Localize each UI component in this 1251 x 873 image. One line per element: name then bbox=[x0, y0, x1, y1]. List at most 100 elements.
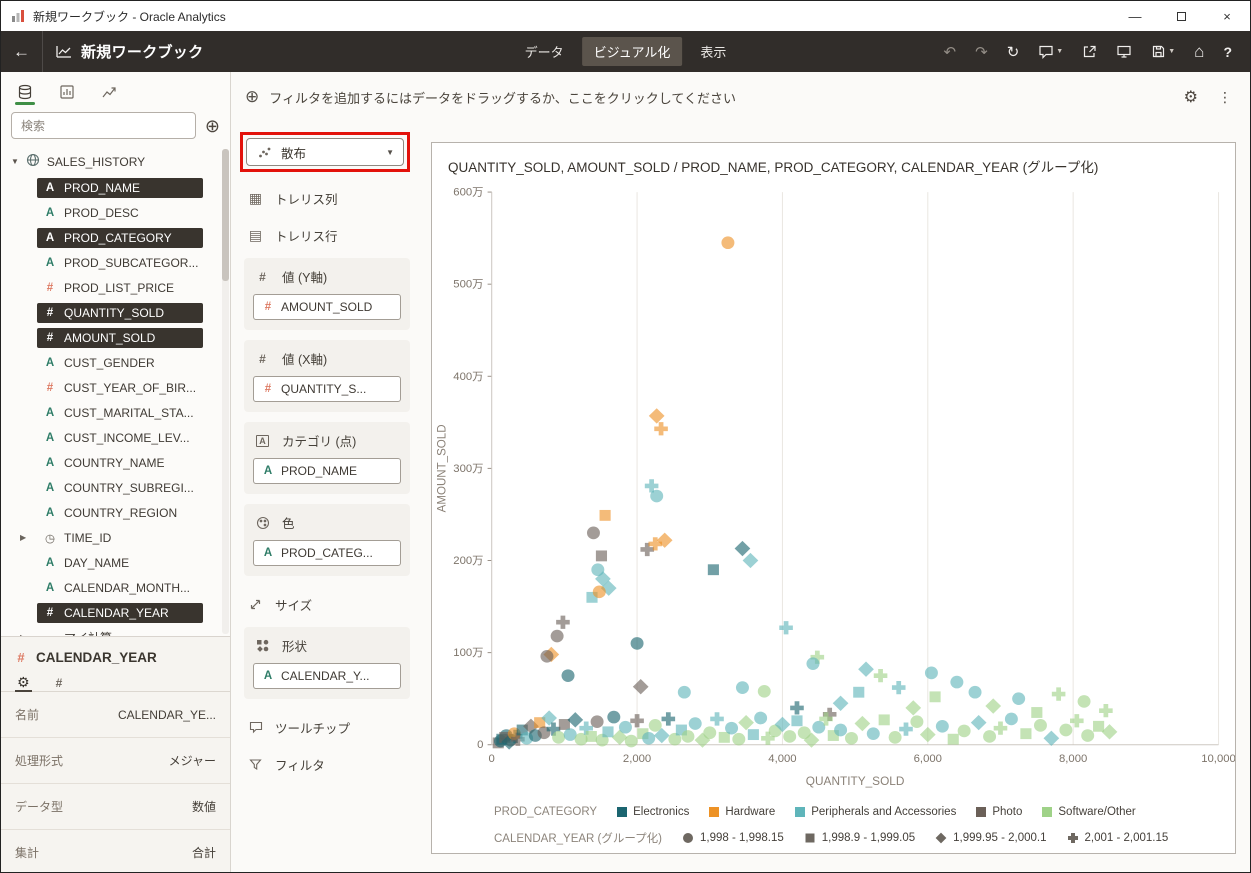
tab-analytics-icon[interactable] bbox=[101, 84, 117, 104]
field-item-COUNTRY_REGION[interactable]: ACOUNTRY_REGION bbox=[1, 500, 230, 525]
field-item-CUST_GENDER[interactable]: ACUST_GENDER bbox=[1, 350, 230, 375]
field-item-PROD_SUBCATEGOR...[interactable]: APROD_SUBCATEGOR... bbox=[1, 250, 230, 275]
property-row[interactable]: 集計合計 bbox=[1, 830, 230, 872]
filter-bar[interactable]: ⊕ フィルタを追加するにはデータをドラッグするか、ここをクリックしてください ⚙… bbox=[231, 72, 1250, 122]
field-label: COUNTRY_REGION bbox=[64, 506, 177, 520]
minimize-button[interactable]: — bbox=[1112, 1, 1158, 31]
field-item-PROD_DESC[interactable]: APROD_DESC bbox=[1, 200, 230, 225]
trellis-columns-zone[interactable]: ▦ トレリス列 bbox=[244, 180, 410, 217]
legend-shape-item[interactable]: 1,998 - 1,998.15 bbox=[682, 832, 784, 844]
refresh-data-icon[interactable]: ↻ bbox=[1007, 43, 1020, 61]
comments-icon[interactable]: ▼ bbox=[1038, 44, 1063, 59]
legend-category-item[interactable]: Software/Other bbox=[1042, 806, 1135, 818]
search-input[interactable] bbox=[11, 112, 196, 139]
field-item-CALENDAR_MONTH...[interactable]: ACALENDAR_MONTH... bbox=[1, 575, 230, 600]
add-filter-icon[interactable]: ⊕ bbox=[245, 87, 259, 107]
circle-icon bbox=[682, 832, 694, 844]
legend-category-item[interactable]: Electronics bbox=[617, 806, 689, 818]
measure-icon: # bbox=[44, 332, 56, 344]
dataset-icon bbox=[26, 153, 40, 170]
pill-amount-sold[interactable]: # AMOUNT_SOLD bbox=[253, 294, 401, 320]
help-icon[interactable]: ? bbox=[1223, 44, 1232, 60]
field-item-CALENDAR_YEAR[interactable]: #CALENDAR_YEAR bbox=[1, 600, 230, 625]
save-icon[interactable]: ▼ bbox=[1151, 44, 1175, 59]
shape-zone[interactable]: 形状 A CALENDAR_Y... bbox=[244, 627, 410, 699]
aggregation-tab-icon[interactable]: # bbox=[56, 674, 63, 691]
pill-quantity-sold[interactable]: # QUANTITY_S... bbox=[253, 376, 401, 402]
field-item-CUST_INCOME_LEV...[interactable]: ACUST_INCOME_LEV... bbox=[1, 425, 230, 450]
field-item-COUNTRY_NAME[interactable]: ACOUNTRY_NAME bbox=[1, 450, 230, 475]
legend-category-item[interactable]: Hardware bbox=[709, 806, 775, 818]
chevron-down-icon: ▼ bbox=[1056, 48, 1063, 55]
property-row[interactable]: 処理形式メジャー bbox=[1, 738, 230, 784]
measure-icon: # bbox=[44, 382, 56, 394]
property-row[interactable]: データ型数値 bbox=[1, 784, 230, 830]
field-item-PROD_LIST_PRICE[interactable]: #PROD_LIST_PRICE bbox=[1, 275, 230, 300]
kebab-menu-icon[interactable]: ⋮ bbox=[1218, 89, 1232, 106]
pill-calendar-year[interactable]: A CALENDAR_Y... bbox=[253, 663, 401, 689]
color-zone[interactable]: 色 A PROD_CATEG... bbox=[244, 504, 410, 576]
number-icon: # bbox=[254, 270, 271, 284]
collapse-icon[interactable]: ▼ bbox=[11, 157, 19, 166]
export-icon[interactable] bbox=[1082, 44, 1097, 59]
data-panel-tabs bbox=[1, 72, 230, 108]
back-button[interactable]: ← bbox=[1, 31, 43, 72]
field-item-COUNTRY_SUBREGI...[interactable]: ACOUNTRY_SUBREGI... bbox=[1, 475, 230, 500]
chart-type-select[interactable]: 散布 ▼ bbox=[246, 138, 404, 166]
legend-category-item[interactable]: Peripherals and Accessories bbox=[795, 806, 956, 818]
tooltip-zone[interactable]: ツールチップ bbox=[244, 709, 410, 746]
attribute-icon: A bbox=[44, 432, 56, 444]
view-tabs: データ ビジュアル化 表示 bbox=[513, 37, 739, 66]
dataset-node[interactable]: ▼ SALES_HISTORY bbox=[1, 149, 230, 175]
add-data-icon[interactable]: ⊕ bbox=[205, 117, 220, 135]
attribute-icon: A bbox=[44, 232, 56, 244]
field-item-AMOUNT_SOLD[interactable]: #AMOUNT_SOLD bbox=[1, 325, 230, 350]
tree-scrollbar[interactable] bbox=[222, 149, 229, 634]
expand-icon[interactable]: ▶ bbox=[20, 633, 26, 636]
filter-zone[interactable]: フィルタ bbox=[244, 746, 410, 783]
svg-text:500万: 500万 bbox=[453, 279, 483, 291]
scatter-plot[interactable]: 02,0004,0006,0008,00010,0000100万200万300万… bbox=[432, 178, 1235, 801]
field-item-PROD_CATEGORY[interactable]: APROD_CATEGORY bbox=[1, 225, 230, 250]
pill-prod-category[interactable]: A PROD_CATEG... bbox=[253, 540, 401, 566]
redo-icon[interactable]: ↷ bbox=[975, 43, 988, 61]
general-properties-tab-gear-icon[interactable]: ⚙ bbox=[17, 674, 30, 691]
field-item-CUST_YEAR_OF_BIR...[interactable]: #CUST_YEAR_OF_BIR... bbox=[1, 375, 230, 400]
home-icon[interactable]: ⌂ bbox=[1194, 42, 1204, 62]
scrollbar-thumb[interactable] bbox=[222, 149, 229, 281]
size-zone[interactable]: サイズ bbox=[244, 586, 410, 623]
visual-settings-icon[interactable]: ⚙ bbox=[1184, 87, 1198, 107]
legend-shape-item[interactable]: 2,001 - 2,001.15 bbox=[1067, 832, 1169, 844]
x-axis-zone[interactable]: # 値 (X軸) # QUANTITY_S... bbox=[244, 340, 410, 412]
field-item-DAY_NAME[interactable]: ADAY_NAME bbox=[1, 550, 230, 575]
legend-shape-item[interactable]: 1,998.9 - 1,999.05 bbox=[804, 832, 915, 844]
field-item-PROD_NAME[interactable]: APROD_NAME bbox=[1, 175, 230, 200]
legend-category-item[interactable]: Photo bbox=[976, 806, 1022, 818]
field-tree: ▼ SALES_HISTORY APROD_NAMEAPROD_DESCAPRO… bbox=[1, 147, 230, 636]
tab-visualize[interactable]: ビジュアル化 bbox=[582, 37, 683, 66]
field-item-CUST_MARITAL_STA...[interactable]: ACUST_MARITAL_STA... bbox=[1, 400, 230, 425]
close-button[interactable]: × bbox=[1204, 1, 1250, 31]
svg-text:400万: 400万 bbox=[453, 371, 483, 383]
expand-icon[interactable]: ▶ bbox=[20, 533, 26, 542]
field-item-TIME_ID[interactable]: ▶◷TIME_ID bbox=[1, 525, 230, 550]
field-label: PROD_SUBCATEGOR... bbox=[64, 256, 198, 270]
number-icon: # bbox=[254, 352, 271, 366]
undo-icon[interactable]: ↶ bbox=[944, 43, 957, 61]
maximize-button[interactable] bbox=[1158, 1, 1204, 31]
properties-field-name: CALENDAR_YEAR bbox=[36, 650, 157, 665]
category-zone[interactable]: A カテゴリ (点) A PROD_NAME bbox=[244, 422, 410, 494]
y-axis-zone[interactable]: # 値 (Y軸) # AMOUNT_SOLD bbox=[244, 258, 410, 330]
legend-shape-item[interactable]: 1,999.95 - 2,000.1 bbox=[935, 832, 1046, 844]
visualization-card[interactable]: QUANTITY_SOLD, AMOUNT_SOLD / PROD_NAME, … bbox=[431, 142, 1236, 854]
pill-prod-name[interactable]: A PROD_NAME bbox=[253, 458, 401, 484]
property-row[interactable]: 名前CALENDAR_YE... bbox=[1, 692, 230, 738]
tab-data[interactable]: データ bbox=[513, 37, 576, 66]
trellis-rows-zone[interactable]: ▤ トレリス行 bbox=[244, 217, 410, 254]
tab-present[interactable]: 表示 bbox=[688, 37, 738, 66]
field-item-マイ計算[interactable]: ▶▭マイ計算 bbox=[1, 625, 230, 636]
field-item-QUANTITY_SOLD[interactable]: #QUANTITY_SOLD bbox=[1, 300, 230, 325]
present-icon[interactable] bbox=[1116, 44, 1132, 59]
tab-datasets-icon[interactable] bbox=[17, 84, 33, 104]
tab-visualizations-icon[interactable] bbox=[59, 84, 75, 104]
